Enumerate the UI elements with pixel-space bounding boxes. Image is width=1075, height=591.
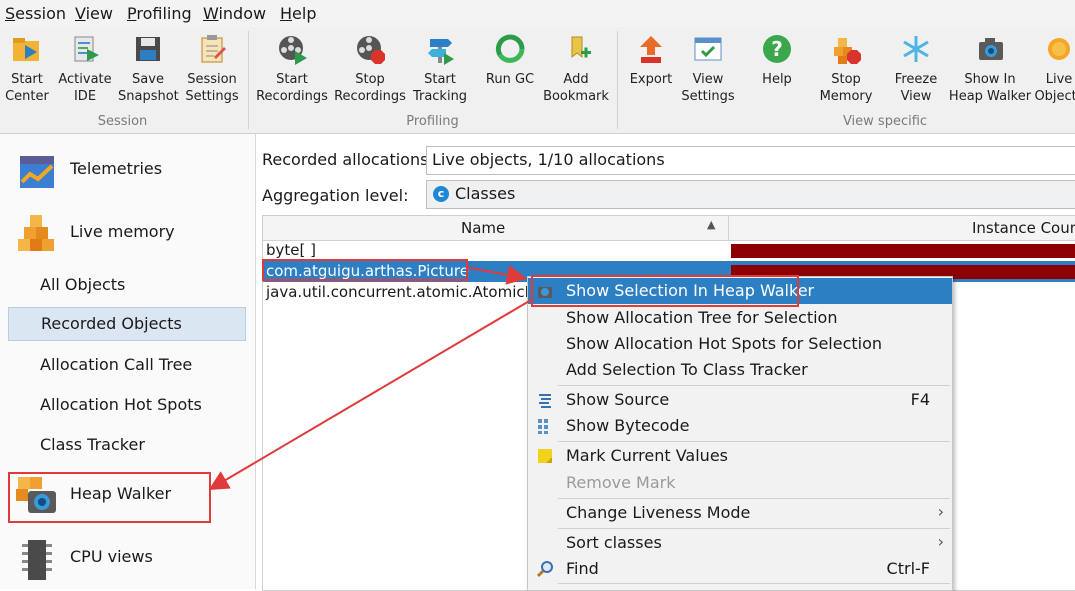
annotation-arrow-to-heap-walker: [208, 299, 532, 491]
annotation-arrows: [208, 265, 532, 491]
annotation-arrow-to-menu: [465, 265, 527, 285]
